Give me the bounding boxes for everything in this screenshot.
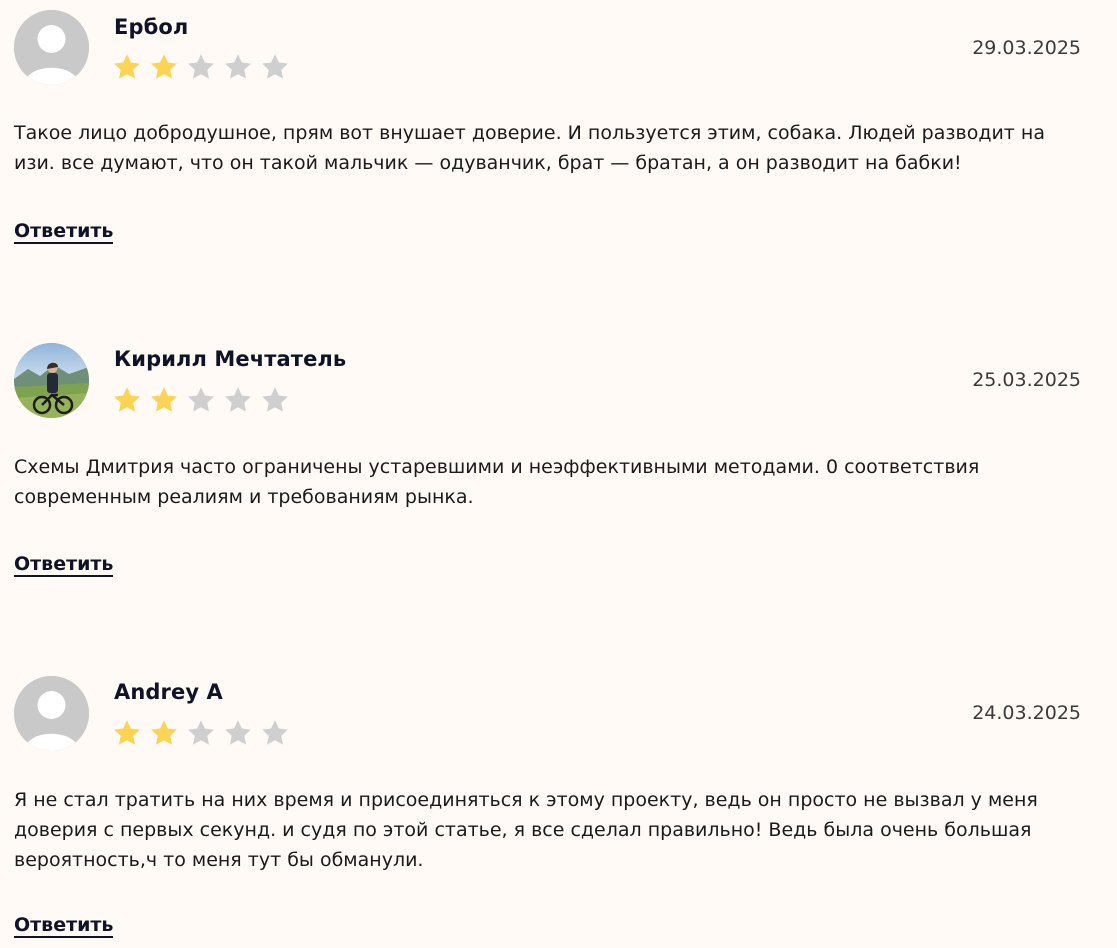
user-photo: [14, 343, 89, 418]
star-filled-icon: [114, 720, 140, 745]
comment-author: Andrey A: [114, 680, 223, 704]
star-filled-icon: [151, 720, 177, 745]
default-user-icon: [14, 676, 89, 751]
avatar: [14, 343, 89, 418]
star-rating: [112, 52, 290, 82]
comment-author: Ербол: [114, 15, 189, 39]
comment-text: Такое лицо добродушное, прям вот внушает…: [14, 122, 1045, 174]
reply-button[interactable]: Ответить: [14, 914, 114, 938]
avatar: [14, 676, 89, 751]
star-empty-icon: [188, 54, 214, 79]
star-empty-icon: [225, 387, 251, 412]
avatar: [14, 10, 89, 85]
comment-author: Кирилл Мечтатель: [114, 347, 347, 371]
star-empty-icon: [225, 720, 251, 745]
star-empty-icon: [188, 720, 214, 745]
default-user-icon: [14, 10, 89, 85]
comment-date: 29.03.2025: [972, 37, 1081, 59]
star-rating: [112, 718, 290, 748]
star-filled-icon: [151, 54, 177, 79]
comment-date: 24.03.2025: [972, 702, 1081, 724]
star-empty-icon: [188, 387, 214, 412]
star-empty-icon: [262, 54, 288, 79]
comment-date: 25.03.2025: [972, 369, 1081, 391]
comment-text: Я не стал тратить на них время и присоед…: [14, 789, 1038, 871]
reply-button[interactable]: Ответить: [14, 553, 114, 577]
comment-text: Схемы Дмитрия часто ограничены устаревши…: [14, 456, 980, 508]
star-filled-icon: [114, 54, 140, 79]
star-empty-icon: [262, 720, 288, 745]
reply-button[interactable]: Ответить: [14, 220, 114, 244]
star-empty-icon: [262, 387, 288, 412]
star-empty-icon: [225, 54, 251, 79]
star-filled-icon: [114, 387, 140, 412]
star-rating: [112, 385, 290, 415]
star-filled-icon: [151, 387, 177, 412]
